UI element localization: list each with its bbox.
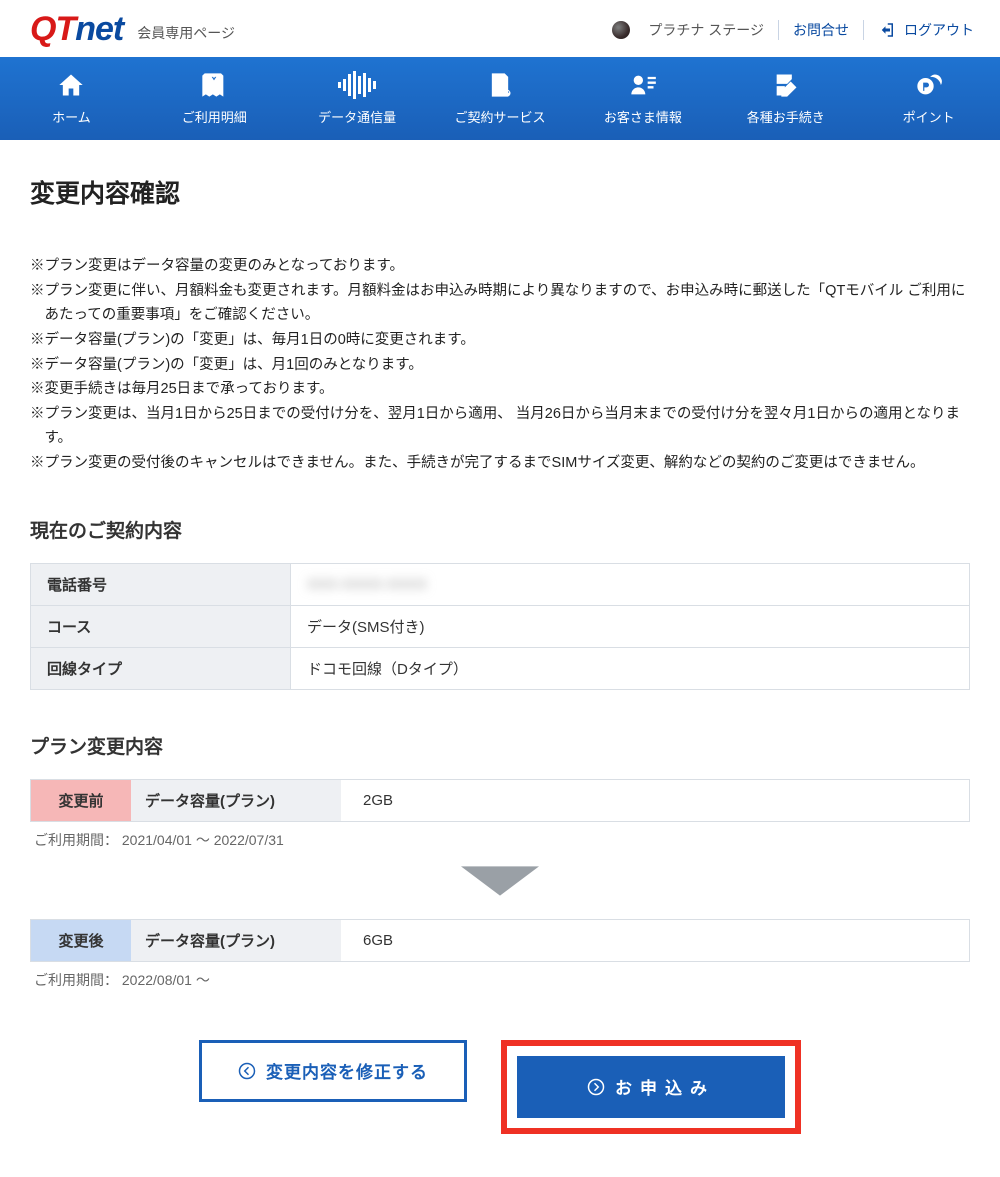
stage-dot-icon (612, 21, 630, 39)
logout-button[interactable]: ログアウト (878, 20, 974, 40)
nav-customer-info-label: お客さま情報 (604, 107, 682, 126)
plan-row-label: データ容量(プラン) (131, 780, 341, 821)
submit-highlight-frame: お申込み (501, 1040, 801, 1134)
row-value: XXX-XXXX-XXXX (291, 563, 970, 605)
nav-home[interactable]: ホーム (0, 57, 143, 140)
nav-billing-label: ご利用明細 (182, 107, 247, 126)
nav-home-label: ホーム (52, 107, 91, 126)
plan-after-value: 6GB (341, 920, 969, 961)
after-tag: 変更後 (31, 920, 131, 961)
plan-row-label: データ容量(プラン) (131, 920, 341, 961)
arrow-down-icon (30, 866, 970, 901)
nav-contract-services-label: ご契約サービス (455, 107, 546, 126)
circle-chevron-left-icon (238, 1062, 256, 1080)
edit-button-label: 変更内容を修正する (266, 1058, 428, 1083)
nav-data-usage-label: データ通信量 (318, 107, 396, 126)
main-nav: ホーム ご利用明細 データ通信量 ご契約サービス お客さま情報 各種お手続き (0, 57, 1000, 140)
topbar-right: プラチナ ステージ お問合せ ログアウト (612, 20, 974, 40)
note-line: ※データ容量(プラン)の「変更」は、毎月1日の0時に変更されます。 (30, 328, 970, 353)
note-line: ※変更手続きは毎月25日まで承っております。 (30, 377, 970, 402)
action-buttons: 変更内容を修正する お申込み (30, 1040, 970, 1134)
row-label: 回線タイプ (31, 647, 291, 689)
brand-subtitle: 会員専用ページ (137, 23, 235, 43)
circle-chevron-right-icon (587, 1078, 605, 1096)
home-icon (57, 71, 85, 99)
submit-button-label: お申込み (615, 1074, 715, 1099)
brand: QTnet 会員専用ページ (30, 10, 235, 49)
stage-label: プラチナ ステージ (648, 20, 764, 40)
logo-qt: QT (30, 10, 75, 48)
table-row: コース データ(SMS付き) (31, 605, 970, 647)
table-row: 回線タイプ ドコモ回線（Dタイプ） (31, 647, 970, 689)
note-line: ※プラン変更の受付後のキャンセルはできません。また、手続きが完了するまでSIMサ… (30, 451, 970, 476)
current-contract-heading: 現在のご契約内容 (30, 516, 970, 543)
plan-after-period: ご利用期間： 2022/08/01 ～ (34, 970, 970, 990)
before-tag: 変更前 (31, 780, 131, 821)
logout-label: ログアウト (904, 20, 974, 40)
row-label: コース (31, 605, 291, 647)
nav-procedures-label: 各種お手続き (747, 107, 825, 126)
page-title: 変更内容確認 (30, 174, 970, 210)
row-label: 電話番号 (31, 563, 291, 605)
waveform-icon (338, 71, 376, 99)
note-line: ※データ容量(プラン)の「変更」は、月1回のみとなります。 (30, 353, 970, 378)
edit-button[interactable]: 変更内容を修正する (199, 1040, 467, 1102)
plan-change-heading: プラン変更内容 (30, 732, 970, 759)
nav-points-label: ポイント (903, 107, 955, 126)
row-value: データ(SMS付き) (291, 605, 970, 647)
note-line: ※プラン変更に伴い、月額料金も変更されます。月額料金はお申込み時期により異なりま… (30, 279, 970, 328)
submit-button[interactable]: お申込み (517, 1056, 785, 1118)
phone-masked: XXX-XXXX-XXXX (307, 576, 427, 593)
nav-procedures[interactable]: 各種お手続き (714, 57, 857, 140)
row-value: ドコモ回線（Dタイプ） (291, 647, 970, 689)
plan-before-period: ご利用期間： 2021/04/01 ～ 2022/07/31 (34, 830, 970, 850)
contact-link[interactable]: お問合せ (793, 20, 849, 40)
note-line: ※プラン変更はデータ容量の変更のみとなっております。 (30, 254, 970, 279)
nav-customer-info[interactable]: お客さま情報 (571, 57, 714, 140)
logo: QTnet (30, 10, 123, 49)
user-list-icon (629, 71, 657, 99)
billing-icon (200, 71, 228, 99)
nav-billing[interactable]: ご利用明細 (143, 57, 286, 140)
top-bar: QTnet 会員専用ページ プラチナ ステージ お問合せ ログアウト (0, 0, 1000, 57)
plan-after-row: 変更後 データ容量(プラン) 6GB (30, 919, 970, 962)
nav-contract-services[interactable]: ご契約サービス (429, 57, 572, 140)
table-row: 電話番号 XXX-XXXX-XXXX (31, 563, 970, 605)
current-contract-table: 電話番号 XXX-XXXX-XXXX コース データ(SMS付き) 回線タイプ … (30, 563, 970, 690)
logout-icon (878, 21, 896, 39)
plan-before-value: 2GB (341, 780, 969, 821)
separator (863, 20, 864, 40)
separator (778, 20, 779, 40)
page-content: 変更内容確認 ※プラン変更はデータ容量の変更のみとなっております。 ※プラン変更… (0, 140, 1000, 1174)
edit-document-icon (772, 71, 800, 99)
note-line: ※プラン変更は、当月1日から25日までの受付け分を、翌月1日から適用、 当月26… (30, 402, 970, 451)
coins-p-icon (915, 71, 943, 99)
notes-block: ※プラン変更はデータ容量の変更のみとなっております。 ※プラン変更に伴い、月額料… (30, 254, 970, 476)
nav-data-usage[interactable]: データ通信量 (286, 57, 429, 140)
plan-before-row: 変更前 データ容量(プラン) 2GB (30, 779, 970, 822)
document-check-icon (486, 71, 514, 99)
logo-net: net (75, 10, 123, 48)
nav-points[interactable]: ポイント (857, 57, 1000, 140)
